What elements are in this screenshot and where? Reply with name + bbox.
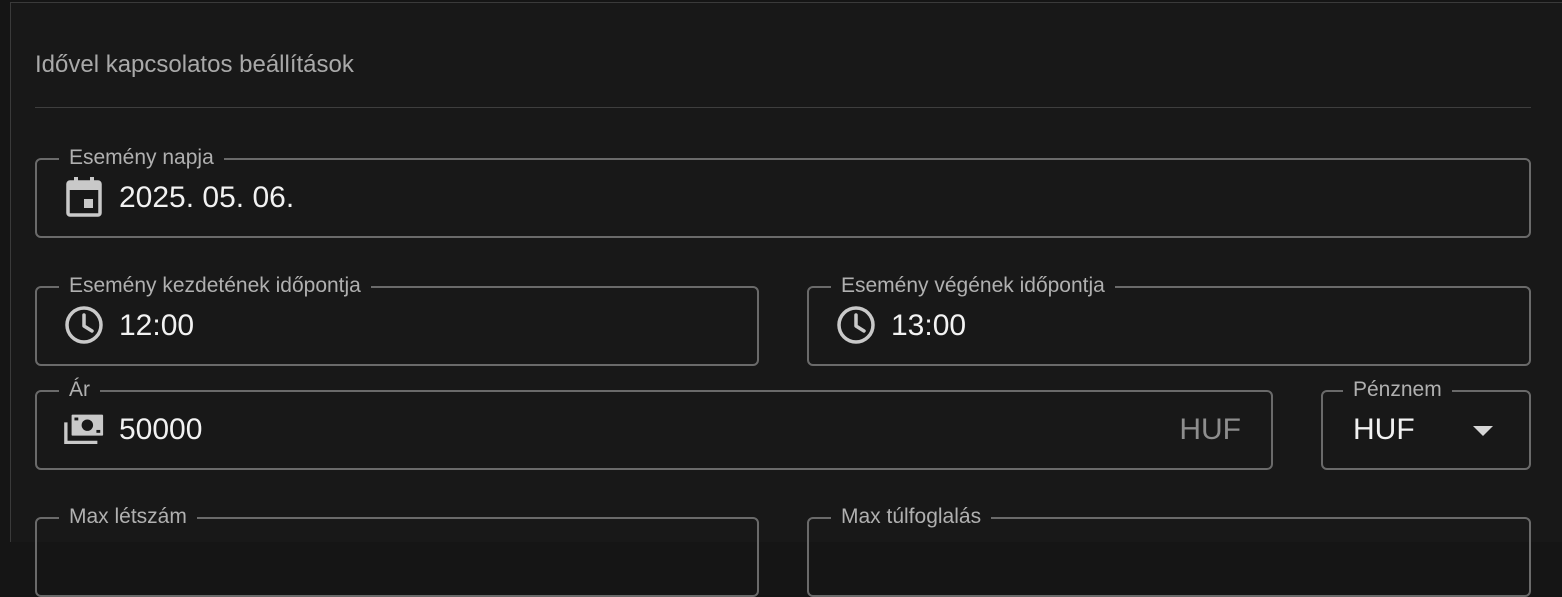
event-date-label: Esemény napja	[59, 146, 224, 170]
section-divider	[35, 107, 1531, 108]
event-date-field[interactable]: Esemény napja 2025. 05. 06.	[35, 146, 1531, 238]
max-headcount-label: Max létszám	[59, 505, 197, 529]
clock-icon[interactable]	[835, 304, 877, 346]
section-title: Idővel kapcsolatos beállítások	[35, 51, 354, 78]
start-time-value: 12:00	[119, 309, 195, 342]
start-time-field[interactable]: Esemény kezdetének időpontja 12:00	[35, 274, 759, 366]
max-overbooking-field[interactable]: Max túlfoglalás	[807, 505, 1531, 597]
start-time-label: Esemény kezdetének időpontja	[59, 274, 371, 298]
event-date-value: 2025. 05. 06.	[119, 181, 295, 214]
price-currency-suffix: HUF	[1179, 413, 1241, 446]
price-label: Ár	[59, 378, 100, 402]
max-overbooking-label: Max túlfoglalás	[831, 505, 992, 529]
currency-value: HUF	[1353, 413, 1415, 446]
price-value: 50000	[119, 413, 203, 446]
end-time-value: 13:00	[891, 309, 967, 342]
currency-label: Pénznem	[1343, 378, 1452, 402]
time-settings-card: Idővel kapcsolatos beállítások Esemény n…	[10, 2, 1562, 597]
clock-icon[interactable]	[63, 304, 105, 346]
money-icon	[63, 408, 105, 450]
currency-select[interactable]: Pénznem HUF	[1321, 378, 1531, 470]
end-time-field[interactable]: Esemény végének időpontja 13:00	[807, 274, 1531, 366]
end-time-label: Esemény végének időpontja	[831, 274, 1115, 298]
calendar-icon[interactable]	[63, 176, 105, 218]
price-field[interactable]: Ár 50000 HUF	[35, 378, 1273, 470]
caret-down-icon[interactable]	[1473, 426, 1493, 436]
max-headcount-field[interactable]: Max létszám	[35, 505, 759, 597]
